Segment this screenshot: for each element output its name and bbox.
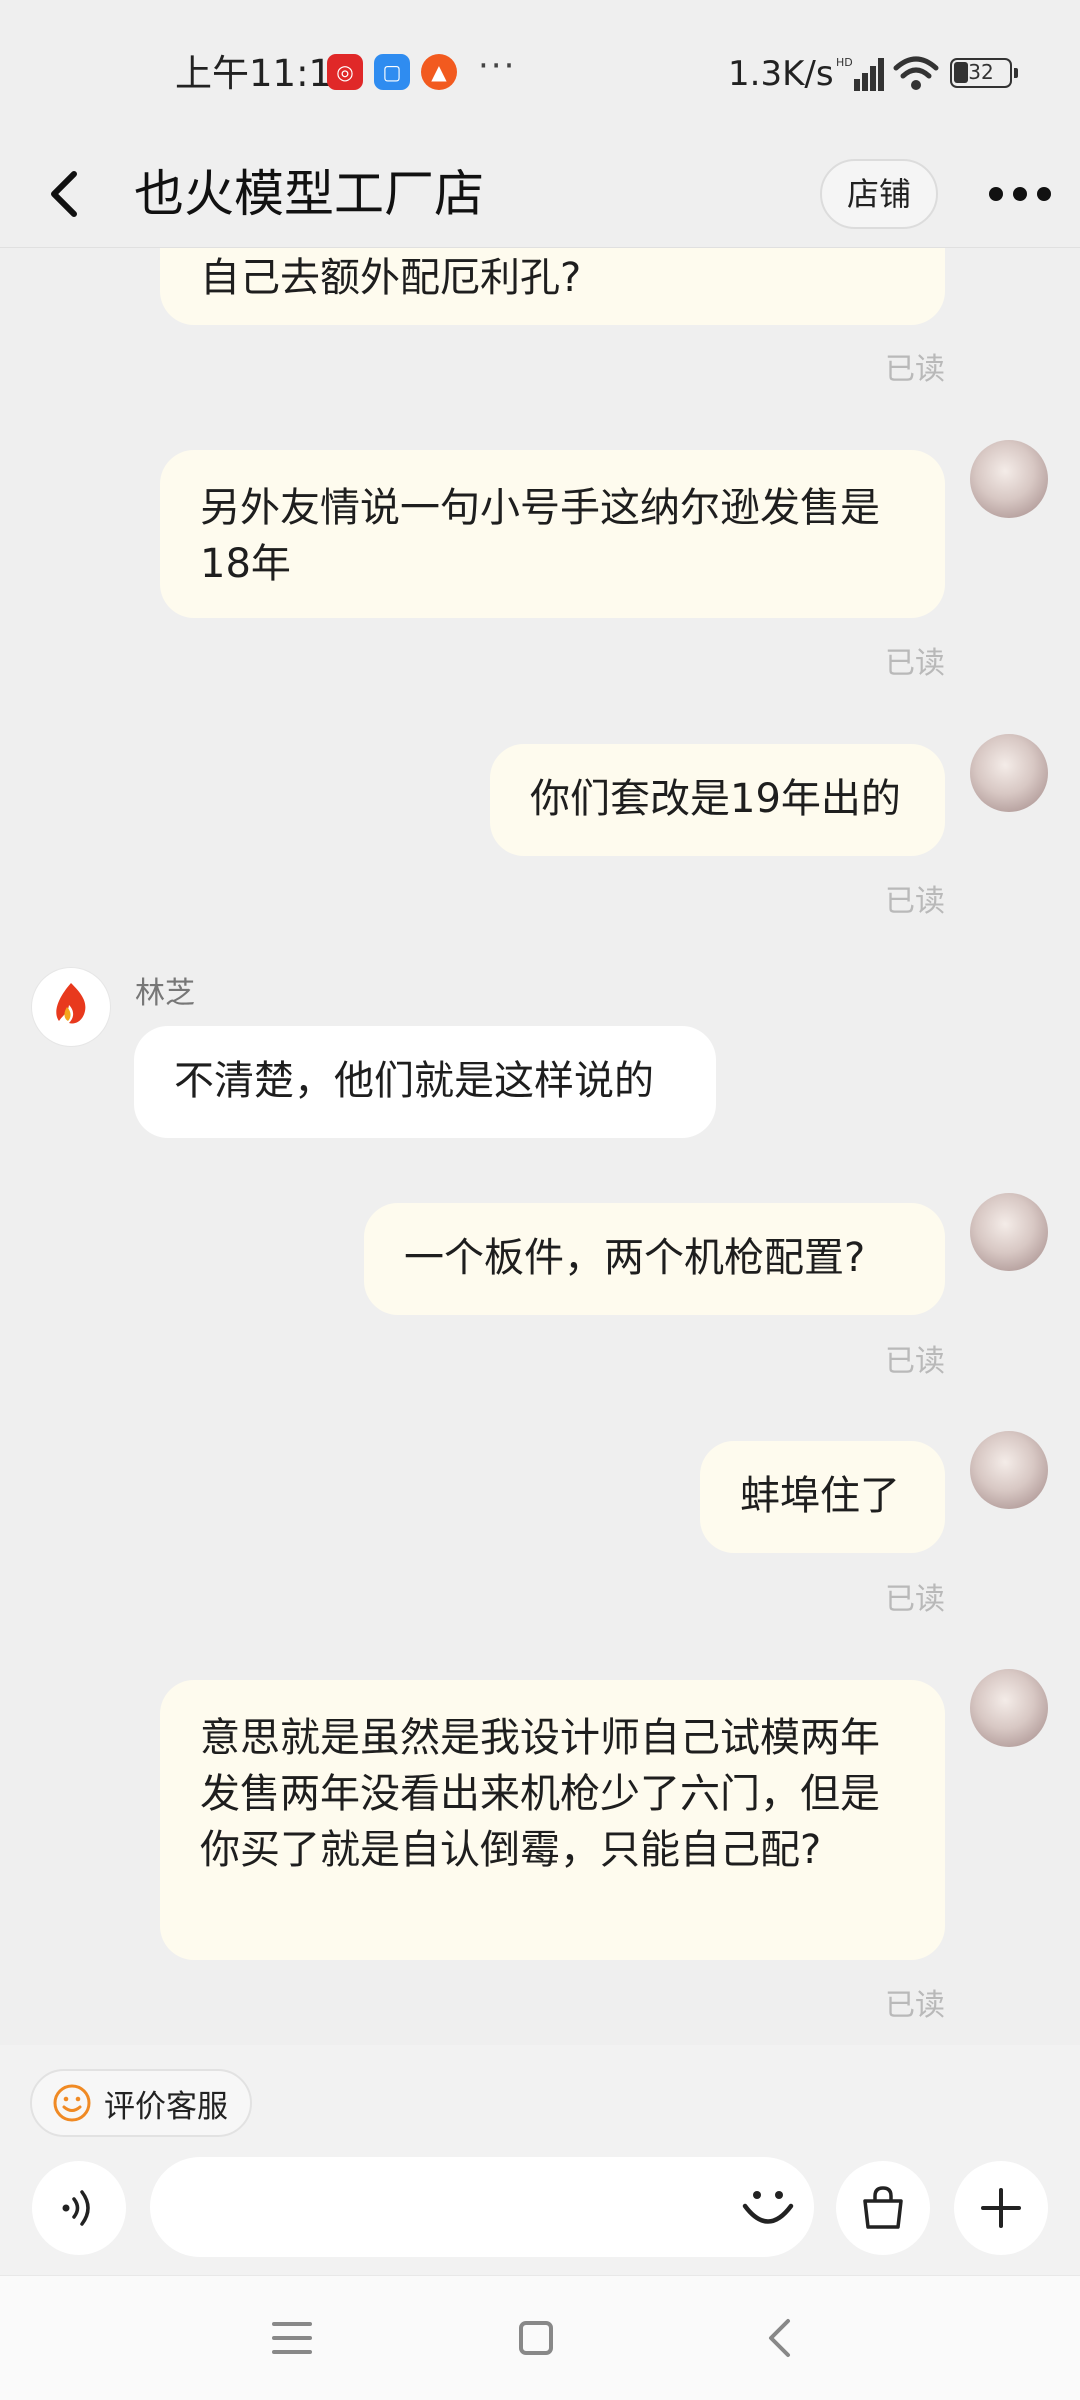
read-status: 已读 [885, 352, 945, 387]
nav-back-icon[interactable] [766, 2318, 792, 2358]
read-status: 已读 [885, 1988, 945, 2023]
signal-icon: HD [836, 56, 884, 91]
message-bubble-outgoing[interactable]: 自己去额外配厄利孔? [160, 248, 945, 325]
back-arrow-icon[interactable] [40, 166, 90, 222]
netease-music-icon: ◎ [327, 54, 363, 90]
message-text: 自己去额外配厄利孔? [200, 255, 582, 301]
message-input[interactable] [150, 2157, 814, 2257]
system-navigation-bar [0, 2275, 1080, 2400]
shop-avatar[interactable] [32, 968, 110, 1046]
chat-input-panel: 评价客服 [0, 2045, 1080, 2275]
message-text: 意思就是虽然是我设计师自己试模两年发售两年没看出来机枪少了六门，但是你买了就是自… [200, 1715, 880, 1873]
order-bag-button[interactable] [836, 2161, 930, 2255]
app-notification-icon: ▢ [374, 54, 410, 90]
my-avatar[interactable] [970, 440, 1048, 518]
chat-message-list[interactable]: 自己去额外配厄利孔? 已读 另外友情说一句小号手这纳尔逊发售是18年 已读 你们… [0, 248, 1080, 2045]
voice-icon [62, 2190, 90, 2226]
svg-text:HD: HD [836, 56, 853, 69]
battery-icon: 32 [950, 58, 1018, 88]
emoji-icon[interactable] [740, 2179, 796, 2235]
status-bar: 上午11:13 ◎ ▢ ▲ ··· 1.3K/s HD 32 [0, 0, 1080, 140]
home-icon[interactable] [518, 2320, 554, 2356]
read-status: 已读 [885, 1344, 945, 1379]
very-fire-logo-icon [56, 983, 86, 1024]
message-text: 你们套改是19年出的 [530, 776, 901, 822]
smile-icon [53, 2084, 91, 2122]
message-text: 蚌埠住了 [740, 1473, 900, 1519]
shop-name-title: 也火模型工厂店 [134, 165, 484, 223]
more-actions-button[interactable] [954, 2161, 1048, 2255]
wifi-icon [893, 56, 939, 90]
rate-service-label: 评价客服 [104, 2088, 228, 2125]
shopping-bag-icon [863, 2186, 903, 2229]
message-bubble-outgoing[interactable]: 意思就是虽然是我设计师自己试模两年发售两年没看出来机枪少了六门，但是你买了就是自… [160, 1680, 945, 1960]
shop-button[interactable]: 店铺 [820, 159, 938, 229]
message-text: 不清楚，他们就是这样说的 [174, 1058, 654, 1104]
rate-service-button[interactable]: 评价客服 [30, 2069, 252, 2137]
message-text: 一个板件，两个机枪配置? [404, 1235, 866, 1281]
message-text: 另外友情说一句小号手这纳尔逊发售是18年 [200, 485, 880, 587]
read-status: 已读 [885, 884, 945, 919]
chat-header: 也火模型工厂店 店铺 [0, 140, 1080, 248]
recent-apps-icon[interactable] [272, 2320, 312, 2356]
sender-name: 林芝 [135, 976, 195, 1011]
message-bubble-outgoing[interactable]: 蚌埠住了 [700, 1441, 945, 1553]
read-status: 已读 [885, 646, 945, 681]
app-notification-icon-2: ▲ [421, 54, 457, 90]
voice-input-button[interactable] [32, 2161, 126, 2255]
message-bubble-incoming[interactable]: 不清楚，他们就是这样说的 [134, 1026, 716, 1138]
read-status: 已读 [885, 1582, 945, 1617]
message-bubble-outgoing[interactable]: 你们套改是19年出的 [490, 744, 945, 856]
network-speed: 1.3K/s [728, 54, 834, 94]
more-notifications-icon: ··· [478, 46, 517, 86]
message-bubble-outgoing[interactable]: 另外友情说一句小号手这纳尔逊发售是18年 [160, 450, 945, 618]
my-avatar[interactable] [970, 1193, 1048, 1271]
more-options-icon[interactable] [988, 184, 1052, 204]
plus-icon [981, 2188, 1021, 2228]
message-bubble-outgoing[interactable]: 一个板件，两个机枪配置? [364, 1203, 945, 1315]
battery-level: 32 [968, 60, 994, 84]
my-avatar[interactable] [970, 1431, 1048, 1509]
my-avatar[interactable] [970, 1669, 1048, 1747]
my-avatar[interactable] [970, 734, 1048, 812]
